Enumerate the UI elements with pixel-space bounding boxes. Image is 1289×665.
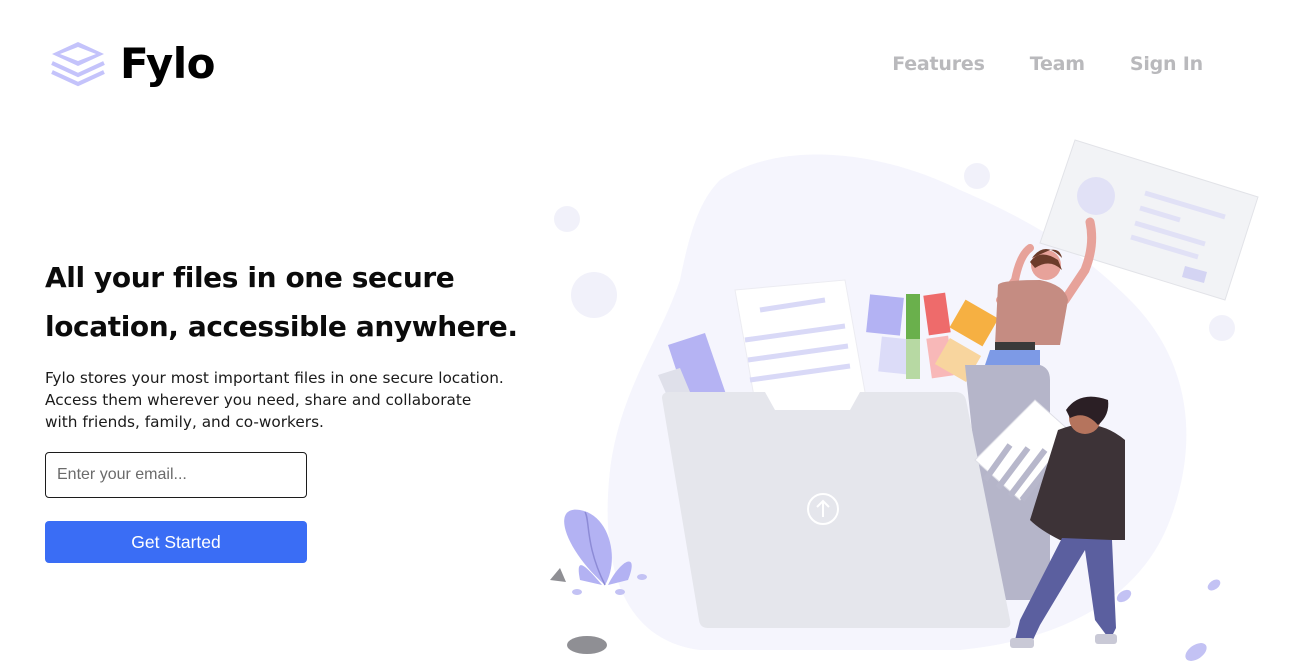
hero-title: All your files in one secure location, a…	[45, 261, 518, 343]
brand-name: Fylo	[120, 39, 216, 88]
main-nav: Features Team Sign In	[892, 53, 1203, 75]
layers-icon	[51, 42, 105, 87]
nav-link-sign-in[interactable]: Sign In	[1130, 53, 1203, 75]
folder	[662, 392, 1011, 628]
get-started-button[interactable]: Get Started	[45, 521, 307, 563]
email-input[interactable]	[45, 452, 307, 498]
nav-link-team[interactable]: Team	[1030, 53, 1085, 75]
nav-link-features[interactable]: Features	[892, 53, 985, 75]
hero-description: Fylo stores your most important files in…	[45, 369, 504, 431]
brand-logo[interactable]: Fylo	[50, 38, 216, 90]
hero-illustration	[550, 139, 1259, 661]
